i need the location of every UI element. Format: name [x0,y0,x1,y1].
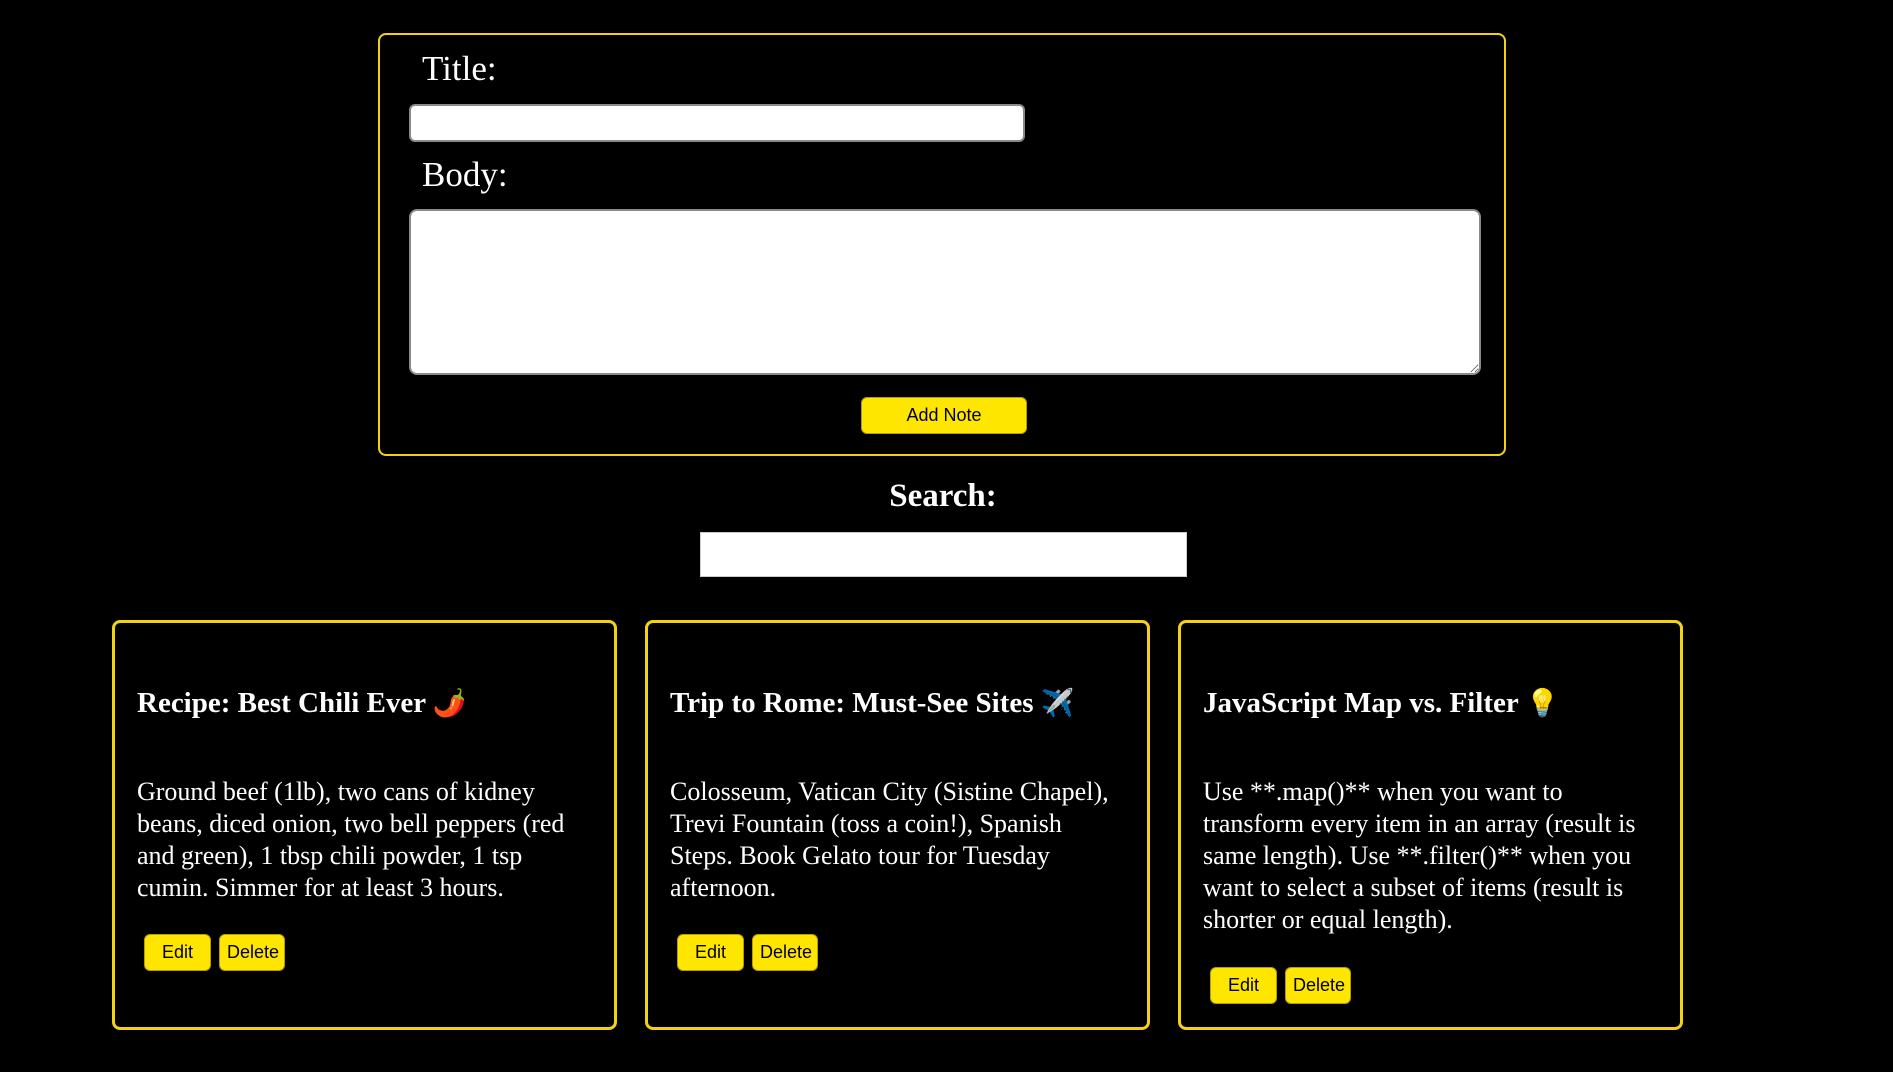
note-body: Use **.map()** when you want to transfor… [1203,777,1636,934]
chili-pepper-icon: 🌶️ [432,688,467,719]
body-label: Body: [422,155,508,194]
body-textarea[interactable] [409,209,1481,375]
light-bulb-icon: 💡 [1525,688,1560,719]
title-label: Title: [422,49,497,88]
note-title: Recipe: Best Chili Ever 🌶️ [137,685,607,722]
edit-button[interactable]: Edit [677,934,744,971]
note-title: JavaScript Map vs. Filter 💡 [1203,685,1673,722]
note-title-text: Trip to Rome: Must-See Sites [670,687,1034,719]
edit-button[interactable]: Edit [144,934,211,971]
note-body: Ground beef (1lb), two cans of kidney be… [137,777,565,902]
note-form: Title: Body: Add Note [378,33,1506,456]
note-title-text: Recipe: Best Chili Ever [137,687,426,719]
delete-button[interactable]: Delete [219,934,285,971]
delete-button[interactable]: Delete [1285,967,1351,1004]
note-card: Recipe: Best Chili Ever 🌶️ Ground beef (… [112,620,617,1030]
delete-button[interactable]: Delete [752,934,818,971]
note-actions: Edit Delete [144,934,285,971]
note-title: Trip to Rome: Must-See Sites ✈️ [670,685,1140,722]
search-input[interactable] [700,532,1187,577]
title-input[interactable] [409,104,1025,142]
note-card: JavaScript Map vs. Filter 💡 Use **.map()… [1178,620,1683,1030]
note-actions: Edit Delete [677,934,818,971]
airplane-icon: ✈️ [1040,688,1075,719]
edit-button[interactable]: Edit [1210,967,1277,1004]
search-heading: Search: [889,478,997,514]
add-note-button[interactable]: Add Note [861,397,1027,434]
note-actions: Edit Delete [1210,967,1351,1004]
note-body: Colosseum, Vatican City (Sistine Chapel)… [670,777,1109,902]
note-card: Trip to Rome: Must-See Sites ✈️ Colosseu… [645,620,1150,1030]
note-title-text: JavaScript Map vs. Filter [1203,687,1519,719]
